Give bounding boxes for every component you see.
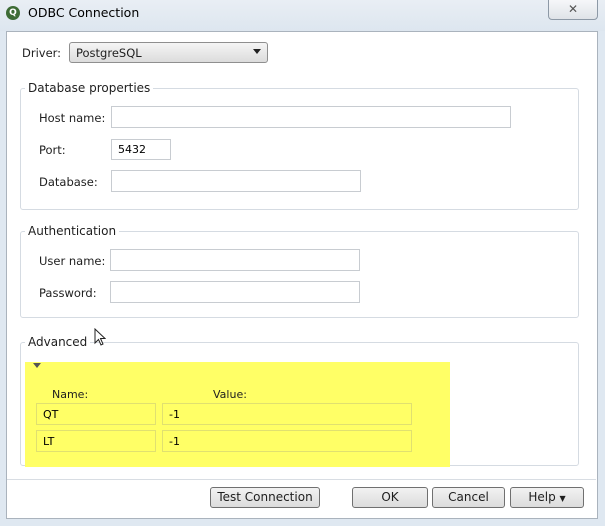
param-name-input[interactable] (36, 430, 156, 452)
authentication-legend: Authentication (25, 224, 120, 238)
ok-button[interactable]: OK (352, 487, 428, 508)
chevron-down-icon: ▼ (559, 494, 566, 503)
help-button[interactable]: Help ▼ (510, 487, 584, 508)
param-value-input[interactable] (162, 403, 412, 425)
user-name-label: User name: (39, 254, 106, 268)
password-label: Password: (39, 286, 97, 300)
mouse-cursor-icon (94, 328, 106, 346)
port-input[interactable] (111, 139, 171, 160)
driver-select[interactable]: PostgreSQL (69, 42, 268, 63)
close-icon: ✕ (567, 2, 579, 16)
param-value-input[interactable] (162, 430, 412, 452)
advanced-legend: Advanced (25, 335, 91, 349)
name-column-header: Name: (52, 388, 89, 401)
qlik-app-icon: Q (6, 6, 20, 20)
test-connection-button[interactable]: Test Connection (210, 487, 320, 508)
footer-separator (7, 479, 596, 480)
value-column-header: Value: (213, 388, 247, 401)
database-input[interactable] (111, 170, 361, 192)
driver-value: PostgreSQL (76, 46, 142, 60)
host-name-label: Host name: (39, 111, 106, 125)
password-input[interactable] (110, 281, 360, 303)
help-label: Help (528, 490, 556, 504)
close-button[interactable]: ✕ (548, 0, 598, 20)
window-title: ODBC Connection (28, 5, 140, 20)
database-properties-legend: Database properties (25, 81, 154, 95)
param-name-input[interactable] (36, 403, 156, 425)
port-label: Port: (39, 143, 66, 157)
cancel-button[interactable]: Cancel (432, 487, 505, 508)
dropdown-arrow-icon (253, 49, 261, 54)
authentication-group (20, 231, 579, 318)
user-name-input[interactable] (110, 249, 360, 271)
driver-label: Driver: (22, 46, 62, 60)
database-label: Database: (39, 175, 98, 189)
host-name-input[interactable] (111, 106, 511, 128)
collapse-triangle-icon[interactable] (33, 363, 41, 368)
